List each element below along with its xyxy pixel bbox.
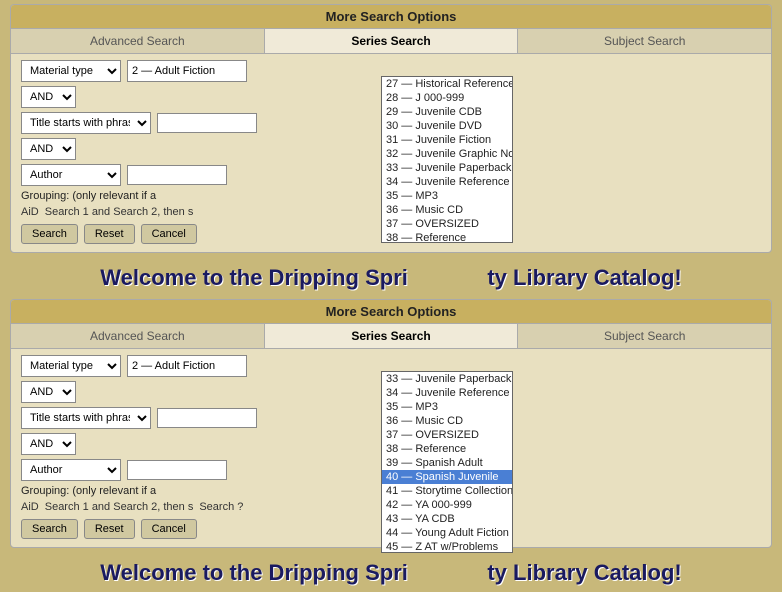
search-button-2[interactable]: Search xyxy=(21,519,78,539)
reset-button-1[interactable]: Reset xyxy=(84,224,135,244)
dropdown-item-0-1[interactable]: 28 — J 000-999 xyxy=(382,91,512,105)
welcome-text-2: Welcome to the Dripping Spri ty Library … xyxy=(0,552,782,592)
bool-op-2-2[interactable]: AND xyxy=(21,433,76,455)
page-wrapper: More Search Options Advanced Search Seri… xyxy=(0,0,782,511)
dropdown-item-0-7[interactable]: 34 — Juvenile Reference xyxy=(382,175,512,189)
dropdown-item-0-0[interactable]: 27 — Historical Reference xyxy=(382,77,512,91)
panel1-aid-text: AiD xyxy=(21,206,39,218)
search-input-1-title[interactable] xyxy=(157,113,257,133)
dropdown-item-1-0[interactable]: 33 — Juvenile Paperback xyxy=(382,372,512,386)
tab-advanced-2[interactable]: Advanced Search xyxy=(11,324,265,348)
author-select-1[interactable]: Author xyxy=(21,164,121,186)
panel2-aid-text: AiD xyxy=(21,501,39,513)
welcome-text-1: Welcome to the Dripping Spri ty Library … xyxy=(0,257,782,297)
dropdown-item-0-6[interactable]: 33 — Juvenile Paperback xyxy=(382,161,512,175)
panel2-row1: Material type 2 — Adult Fiction 33 — Juv… xyxy=(21,355,761,377)
cancel-button-2[interactable]: Cancel xyxy=(141,519,197,539)
tab-subject-2[interactable]: Subject Search xyxy=(518,324,771,348)
dropdown-item-1-10[interactable]: 43 — YA CDB xyxy=(382,512,512,526)
dropdown-item-0-9[interactable]: 36 — Music CD xyxy=(382,203,512,217)
dropdown-item-1-3[interactable]: 36 — Music CD xyxy=(382,414,512,428)
dropdown-item-1-2[interactable]: 35 — MP3 xyxy=(382,400,512,414)
dropdown-item-1-5[interactable]: 38 — Reference xyxy=(382,442,512,456)
search-input-2-author[interactable] xyxy=(127,460,227,480)
grouping-text-2: Grouping: (only relevant if a xyxy=(21,485,156,497)
series-dropdown-1[interactable]: 2 — Adult Fiction xyxy=(127,60,247,82)
panel1-header-text: More Search Options xyxy=(326,9,457,24)
dropdown-item-1-9[interactable]: 42 — YA 000-999 xyxy=(382,498,512,512)
dropdown-item-0-11[interactable]: 38 — Reference xyxy=(382,231,512,242)
grouping-text-1: Grouping: (only relevant if a xyxy=(21,190,156,202)
panel2-search-question: Search ? xyxy=(199,501,243,513)
panel1-body: Material type 2 — Adult Fiction 27 — His… xyxy=(11,54,771,252)
top-panel: More Search Options Advanced Search Seri… xyxy=(10,4,772,253)
search-button-1[interactable]: Search xyxy=(21,224,78,244)
panel2-header-text: More Search Options xyxy=(326,304,457,319)
dropdown-item-1-4[interactable]: 37 — OVERSIZED xyxy=(382,428,512,442)
dropdown-list-2: 33 — Juvenile Paperback 34 — Juvenile Re… xyxy=(381,371,513,553)
panel2-tabs: Advanced Search Series Search Subject Se… xyxy=(11,324,771,349)
bool-op-1-1[interactable]: AND xyxy=(21,86,76,108)
panel2-body: Material type 2 — Adult Fiction 33 — Juv… xyxy=(11,349,771,547)
reset-button-2[interactable]: Reset xyxy=(84,519,135,539)
panel1-row1: Material type 2 — Adult Fiction 27 — His… xyxy=(21,60,761,82)
search-type-1[interactable]: Title starts with phrase xyxy=(21,112,151,134)
material-type-select-2[interactable]: Material type xyxy=(21,355,121,377)
cancel-button-1[interactable]: Cancel xyxy=(141,224,197,244)
panel2-search-text: Search 1 and Search 2, then s xyxy=(45,501,194,513)
series-select-wrapper-1: 2 — Adult Fiction xyxy=(127,60,247,82)
dropdown-item-1-6[interactable]: 39 — Spanish Adult xyxy=(382,456,512,470)
dropdown-item-0-4[interactable]: 31 — Juvenile Fiction xyxy=(382,133,512,147)
panel1-tabs: Advanced Search Series Search Subject Se… xyxy=(11,29,771,54)
series-select-wrapper-2: 2 — Adult Fiction xyxy=(127,355,247,377)
search-input-2-title[interactable] xyxy=(157,408,257,428)
tab-subject-1[interactable]: Subject Search xyxy=(518,29,771,53)
dropdown-item-0-5[interactable]: 32 — Juvenile Graphic Novel xyxy=(382,147,512,161)
bool-op-1-2[interactable]: AND xyxy=(21,138,76,160)
dropdown-item-1-7[interactable]: 40 — Spanish Juvenile xyxy=(382,470,512,484)
material-type-select-1[interactable]: Material type xyxy=(21,60,121,82)
dropdown-item-1-1[interactable]: 34 — Juvenile Reference xyxy=(382,386,512,400)
tab-series-1[interactable]: Series Search xyxy=(265,29,519,53)
dropdown-item-0-8[interactable]: 35 — MP3 xyxy=(382,189,512,203)
series-dropdown-2[interactable]: 2 — Adult Fiction xyxy=(127,355,247,377)
search-type-2[interactable]: Title starts with phrase xyxy=(21,407,151,429)
dropdown-list-1: 27 — Historical Reference 28 — J 000-999… xyxy=(381,76,513,243)
dropdown-scroll-1[interactable]: 27 — Historical Reference 28 — J 000-999… xyxy=(382,77,512,242)
dropdown-item-1-12[interactable]: 45 — Z AT w/Problems xyxy=(382,540,512,552)
dropdown-item-1-8[interactable]: 41 — Storytime Collection xyxy=(382,484,512,498)
search-input-1-author[interactable] xyxy=(127,165,227,185)
author-select-2[interactable]: Author xyxy=(21,459,121,481)
dropdown-item-0-10[interactable]: 37 — OVERSIZED xyxy=(382,217,512,231)
panel2-header: More Search Options xyxy=(11,300,771,324)
dropdown-item-0-3[interactable]: 30 — Juvenile DVD xyxy=(382,119,512,133)
bool-op-2-1[interactable]: AND xyxy=(21,381,76,403)
dropdown-item-0-2[interactable]: 29 — Juvenile CDB xyxy=(382,105,512,119)
tab-advanced-1[interactable]: Advanced Search xyxy=(11,29,265,53)
panel1-search-text: Search 1 and Search 2, then s xyxy=(45,206,194,218)
tab-series-2[interactable]: Series Search xyxy=(265,324,519,348)
panel1-header: More Search Options xyxy=(11,5,771,29)
dropdown-scroll-2[interactable]: 33 — Juvenile Paperback 34 — Juvenile Re… xyxy=(382,372,512,552)
dropdown-item-1-11[interactable]: 44 — Young Adult Fiction xyxy=(382,526,512,540)
